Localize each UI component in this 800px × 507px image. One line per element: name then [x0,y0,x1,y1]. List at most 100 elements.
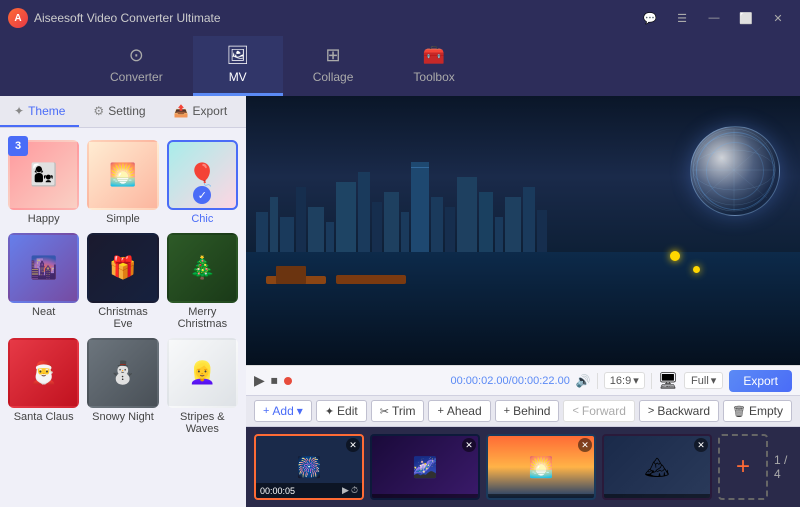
theme-label-snowy-night: Snowy Night [92,411,154,423]
filmstrip: 🎆 ✕ 00:00:05 ▶ ⏱ 🌌 ✕ 🌅 ✕ [246,427,800,507]
theme-grid: 👩‍👧 Happy 🌅 Simple 🎈 ✓ Chic [8,136,238,435]
menu-btn[interactable]: ☰ [668,7,696,29]
video-controls-1: ▶ ⏹ 00:00:02.00/00:00:22.00 🔊 16:9 ▾ 🖥 F… [246,365,800,395]
theme-thumb-simple: 🌅 [87,140,158,210]
film-item-1[interactable]: 🎆 ✕ 00:00:05 ▶ ⏱ [254,434,364,500]
backward-icon: > [648,405,654,417]
behind-icon: + [504,405,510,417]
theme-label-simple: Simple [106,213,140,225]
add-icon: + [263,405,269,417]
film-close-1[interactable]: ✕ [346,438,360,452]
theme-thumb-christmas-eve: 🎁 [87,233,158,303]
page-indicator: 3 [8,136,28,156]
theme-thumb-snowy-night: ⛄ [87,338,158,408]
trim-button[interactable]: ✂ Trim [371,400,425,422]
film-add-button[interactable]: + [718,434,768,500]
titlebar-left: A Aiseesoft Video Converter Ultimate [8,8,221,28]
theme-item-simple[interactable]: 🌅 Simple [87,140,158,225]
tab-mv-label: MV [229,70,247,84]
theme-label-merry-christmas: Merry Christmas [167,306,238,330]
theme-item-santa-claus[interactable]: 🎅 Santa Claus [8,338,79,435]
theme-item-christmas-eve[interactable]: 🎁 Christmas Eve [87,233,158,330]
theme-label-happy: Happy [28,213,60,225]
theme-item-chic[interactable]: 🎈 ✓ Chic [167,140,238,225]
maximize-btn[interactable]: ⬜ [732,7,760,29]
merry-christmas-img: 🎄 [169,235,236,301]
ahead-label: Ahead [447,404,482,418]
right-panel: ▶ ⏹ 00:00:02.00/00:00:22.00 🔊 16:9 ▾ 🖥 F… [246,96,800,507]
theme-thumb-merry-christmas: 🎄 [167,233,238,303]
chat-btn[interactable]: 💬 [636,7,664,29]
geodesic-sphere [690,126,780,216]
add-label: Add [272,404,293,418]
app-title: Aiseesoft Video Converter Ultimate [34,11,221,25]
sub-tab-theme[interactable]: ✦ Theme [0,96,79,127]
screen-icon: 🖥 [658,371,678,391]
screen-mode: Full [691,375,709,387]
screen-btn[interactable]: Full ▾ [684,372,723,389]
sub-tabs: ✦ Theme ⚙ Setting 📤 Export [0,96,246,128]
setting-icon: ⚙ [93,104,104,118]
divider-2 [651,373,652,389]
theme-thumb-chic: 🎈 ✓ [167,140,238,210]
santa-claus-img: 🎅 [10,340,77,406]
stop-btn[interactable]: ⏹ [271,372,278,389]
tab-converter-label: Converter [110,70,163,84]
tab-toolbox[interactable]: 🧰 Toolbox [383,36,484,96]
theme-label-neat: Neat [32,306,55,318]
theme-thumb-santa-claus: 🎅 [8,338,79,408]
play-btn[interactable]: ▶ [254,372,265,389]
empty-button[interactable]: 🗑 Empty [723,400,792,422]
ratio-value: 16:9 [610,375,631,387]
film-play-icon: ▶ [342,485,349,496]
main-content: ✦ Theme ⚙ Setting 📤 Export 3 👩‍👧 Happy [0,96,800,507]
film-close-2[interactable]: ✕ [462,438,476,452]
film-item-4[interactable]: 🏔 ✕ [602,434,712,500]
backward-button[interactable]: > Backward [639,400,719,422]
toolbox-icon: 🧰 [423,45,445,66]
left-panel: ✦ Theme ⚙ Setting 📤 Export 3 👩‍👧 Happy [0,96,246,507]
ahead-button[interactable]: + Ahead [428,400,490,422]
add-button[interactable]: + Add ▾ [254,400,312,422]
app-logo: A [8,8,28,28]
theme-label-chic: Chic [191,213,213,225]
snowy-night-img: ⛄ [89,340,156,406]
edit-button[interactable]: ✦ Edit [316,400,367,422]
sub-tab-export[interactable]: 📤 Export [160,96,242,127]
tab-converter[interactable]: ⊙ Converter [80,36,193,96]
film-item-3[interactable]: 🌅 ✕ [486,434,596,500]
nav-tabs: ⊙ Converter 🖼 MV ⊞ Collage 🧰 Toolbox [0,36,800,96]
ahead-icon: + [437,405,443,417]
forward-button[interactable]: < Forward [563,400,634,422]
theme-thumb-stripes-waves: 👱‍♀️ [167,338,238,408]
film-close-4[interactable]: ✕ [694,438,708,452]
collage-icon: ⊞ [325,45,340,66]
film-close-3[interactable]: ✕ [578,438,592,452]
tab-mv[interactable]: 🖼 MV [193,36,283,96]
export-icon: 📤 [174,104,189,118]
film-overlay-3 [488,494,594,498]
ratio-select[interactable]: 16:9 ▾ [604,372,645,389]
divider-1 [597,373,598,389]
page-count: 1 / 4 [774,453,792,481]
theme-item-stripes-waves[interactable]: 👱‍♀️ Stripes & Waves [167,338,238,435]
film-overlay-4 [604,494,710,498]
film-clock-icon: ⏱ [351,485,358,496]
close-btn[interactable]: ✕ [764,7,792,29]
theme-item-merry-christmas[interactable]: 🎄 Merry Christmas [167,233,238,330]
theme-item-snowy-night[interactable]: ⛄ Snowy Night [87,338,158,435]
sub-tab-setting[interactable]: ⚙ Setting [79,96,159,127]
sub-tab-export-label: Export [193,104,228,118]
yellow-dot-2 [693,266,700,273]
theme-item-neat[interactable]: 🌆 Neat [8,233,79,330]
film-item-2[interactable]: 🌌 ✕ [370,434,480,500]
screen-chevron: ▾ [711,374,717,387]
behind-button[interactable]: + Behind [495,400,560,422]
export-button[interactable]: Export [729,370,792,392]
minimize-btn[interactable]: — [700,7,728,29]
volume-icon[interactable]: 🔊 [576,374,591,388]
sub-tab-theme-label: Theme [28,104,65,118]
forward-label: Forward [582,404,626,418]
tab-collage[interactable]: ⊞ Collage [283,36,384,96]
video-bg [246,96,800,365]
